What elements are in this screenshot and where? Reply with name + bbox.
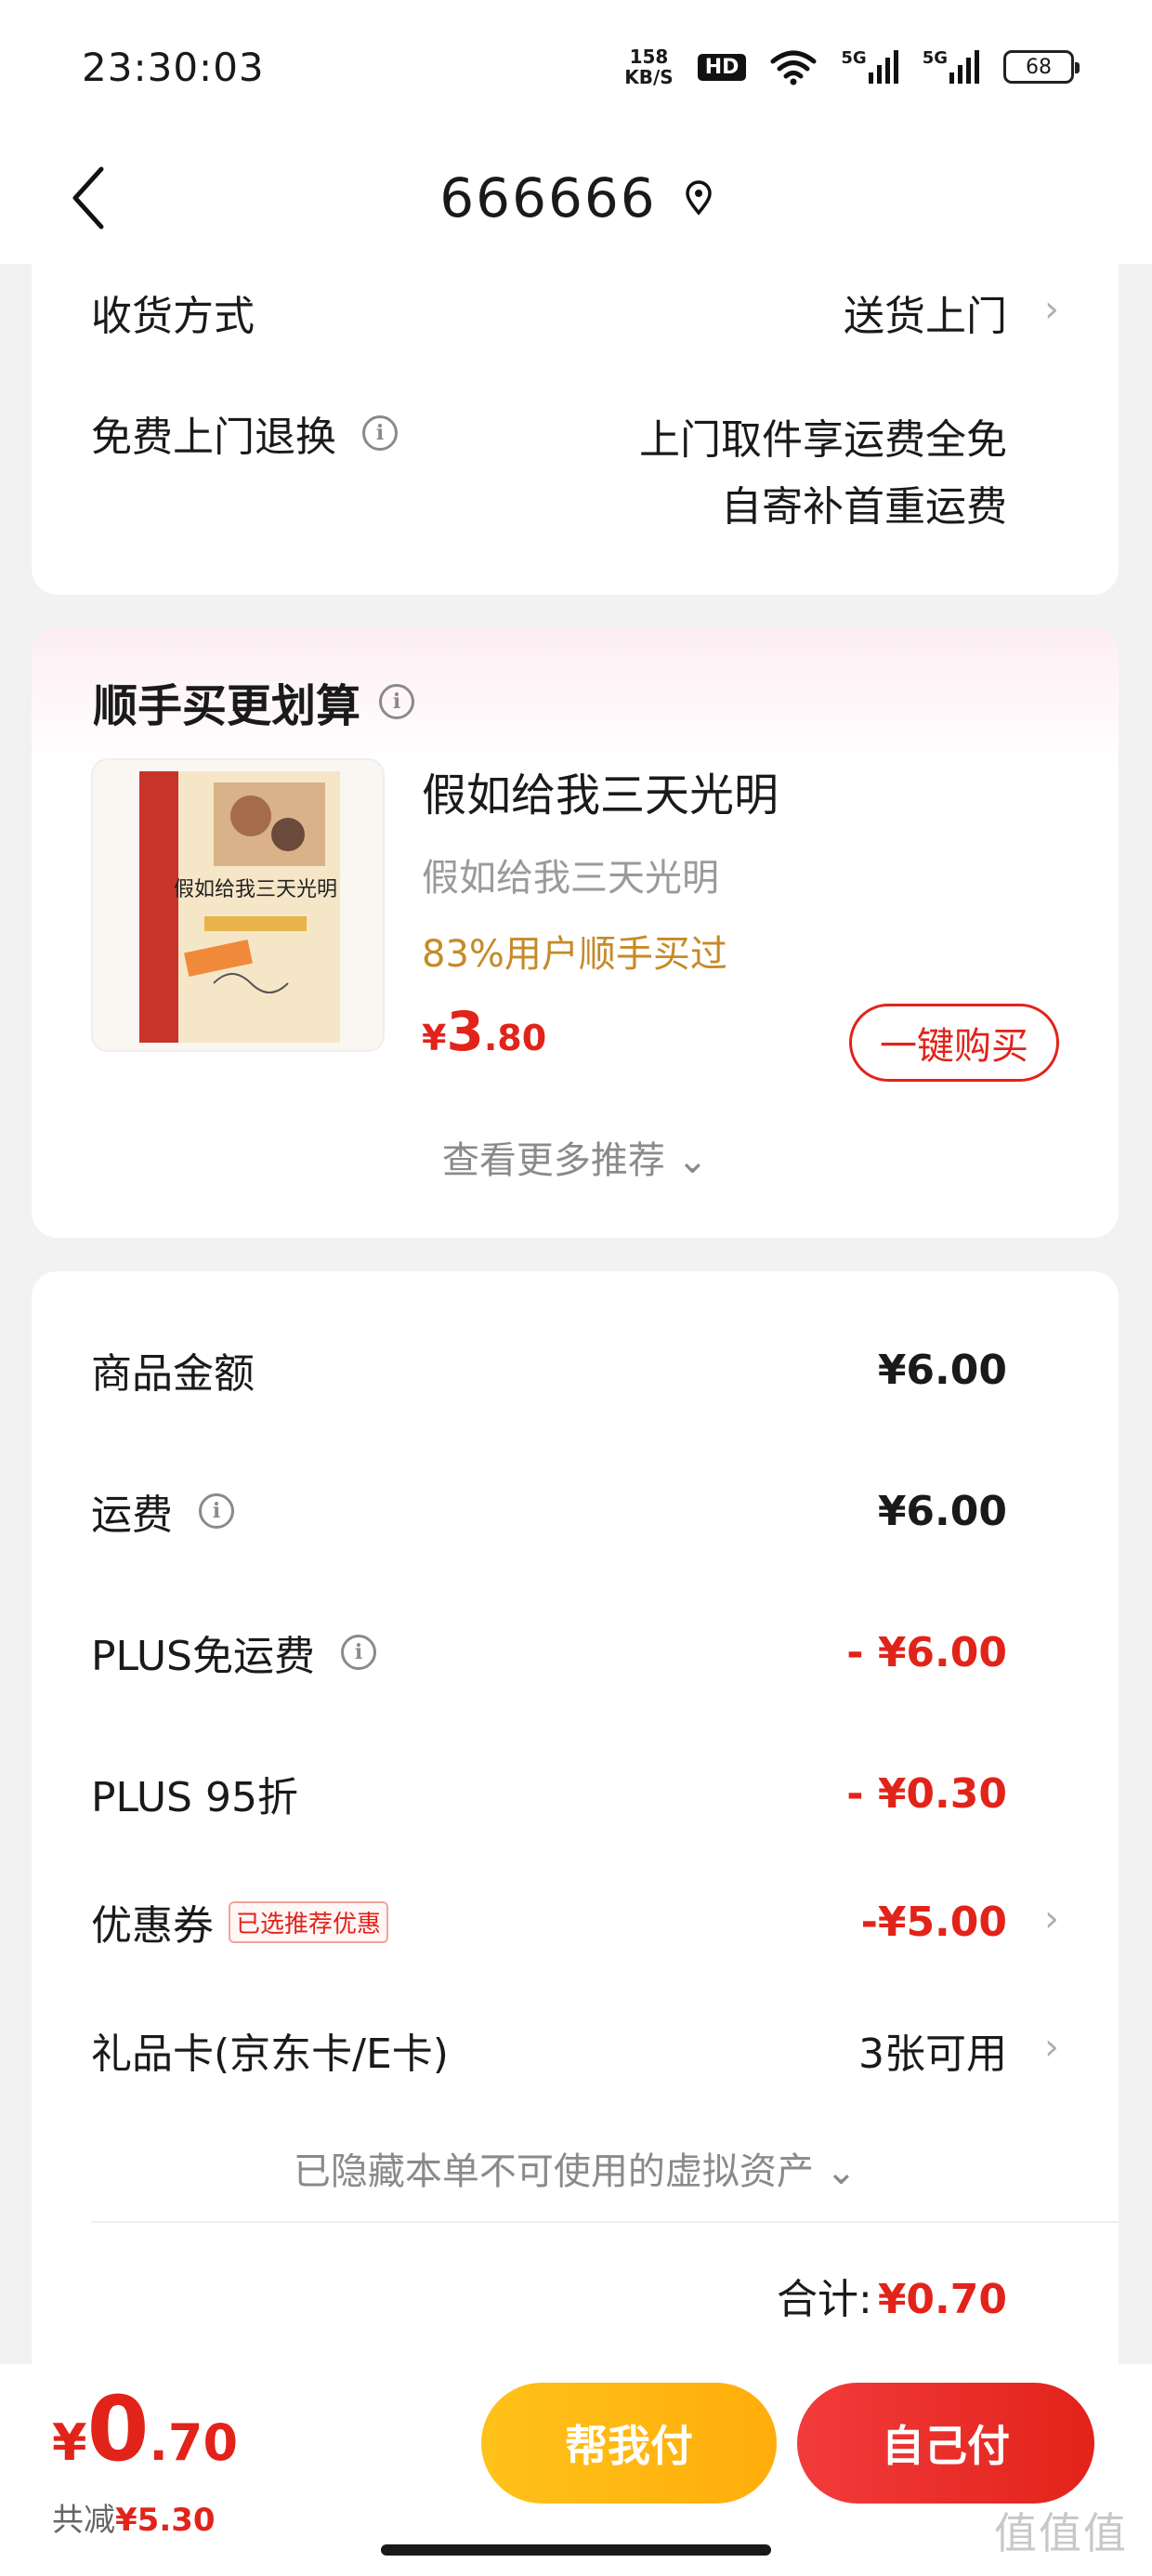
coupon-row[interactable]: 优惠券 已选推荐优惠 -¥5.00 <box>91 1892 1007 1952</box>
bottom-price-decimal: .70 <box>149 2413 239 2472</box>
signal-label-2: 5G <box>922 48 948 68</box>
home-indicator[interactable] <box>381 2544 771 2556</box>
chevron-right-icon: › <box>1044 288 1059 331</box>
plus-discount-label: PLUS 95折 <box>91 1774 298 1821</box>
total-value: ¥0.70 <box>877 2276 1007 2323</box>
book-cover-image: 假如给我三天光明 <box>93 760 383 1050</box>
coupon-value: -¥5.00 <box>860 1898 1007 1946</box>
chevron-down-icon: ⌄ <box>825 2150 857 2193</box>
plus-free-label: PLUS免运费 <box>91 1633 315 1680</box>
info-icon[interactable]: i <box>199 1493 234 1529</box>
gift-card-label: 礼品卡(京东卡/E卡) <box>91 2031 449 2078</box>
plus-discount-row: PLUS 95折 - ¥0.30 <box>91 1766 1007 1822</box>
status-bar: 23:30:03 158 KB/S HD 5G 5G 68 <box>0 0 1152 130</box>
svg-text:假如给我三天光明: 假如给我三天光明 <box>174 878 337 901</box>
status-time: 23:30:03 <box>82 45 265 90</box>
plus-discount-value: - ¥0.30 <box>846 1769 1007 1818</box>
hidden-assets-toggle[interactable]: 已隐藏本单不可使用的虚拟资产 ⌄ <box>32 2141 1119 2195</box>
delivery-method-value: 送货上门 <box>844 293 1007 340</box>
freight-value: ¥6.00 <box>877 1487 1007 1535</box>
page-title: 666666 <box>439 166 657 230</box>
bottom-price-currency: ¥ <box>52 2413 87 2472</box>
goods-amount-label: 商品金额 <box>91 1350 255 1398</box>
delivery-method-row[interactable]: 收货方式 送货上门 <box>91 284 1007 340</box>
delivery-method-label: 收货方式 <box>91 293 255 340</box>
info-icon[interactable]: i <box>341 1635 376 1670</box>
return-values: 上门取件享运费全免 自寄补首重运费 <box>639 407 1007 541</box>
summary-card: 商品金额 ¥6.00 运费 i ¥6.00 PLUS免运费 i - ¥6.00 … <box>32 1271 1119 2386</box>
one-click-buy-button[interactable]: 一键购买 <box>849 1004 1059 1082</box>
return-label-wrap: 免费上门退换 i <box>91 403 398 463</box>
network-speed-value: 158 <box>629 46 669 68</box>
product-price: ¥ 3 .80 <box>422 1000 546 1063</box>
gift-card-row[interactable]: 礼品卡(京东卡/E卡) 3张可用 <box>91 2022 1007 2078</box>
location-pin-icon <box>685 180 713 216</box>
return-line-2: 自寄补首重运费 <box>721 483 1007 531</box>
goods-amount-value: ¥6.00 <box>877 1346 1007 1394</box>
nav-bar: 666666 <box>0 130 1152 264</box>
return-row: 免费上门退换 i <box>91 405 398 461</box>
divider <box>91 2221 1119 2223</box>
gift-card-value: 3张可用 <box>858 2031 1007 2078</box>
price-integer: 3 <box>446 1000 484 1063</box>
signal-5g-icon-1: 5G <box>841 48 898 85</box>
total-label: 合计: <box>776 2276 872 2323</box>
status-icons: 158 KB/S HD 5G 5G 68 <box>624 41 1080 93</box>
chevron-down-icon: ⌄ <box>676 1139 709 1182</box>
watermark: 值值值 <box>994 2508 1128 2558</box>
coupon-label: 优惠券 <box>91 1902 214 1950</box>
coupon-badge: 已选推荐优惠 <box>229 1900 389 1943</box>
signal-label-1: 5G <box>841 48 867 68</box>
bottom-saved: 共减¥5.30 <box>52 2494 216 2540</box>
network-speed: 158 KB/S <box>624 46 673 87</box>
pay-myself-button[interactable]: 自己付 <box>797 2383 1094 2504</box>
hd-icon: HD <box>697 53 747 81</box>
total-row: 合计: ¥0.70 <box>777 2266 1007 2325</box>
return-label: 免费上门退换 <box>91 414 336 461</box>
nav-title-area[interactable]: 666666 <box>0 156 1152 240</box>
plus-free-label-wrap: PLUS免运费 i <box>91 1623 376 1682</box>
goods-amount-row: 商品金额 ¥6.00 <box>91 1342 1007 1399</box>
freight-label-wrap: 运费 i <box>91 1481 234 1541</box>
recommend-card: 顺手买更划算 i 假如给我三天光明 假如给我三天光明 假如给我三天光明 83%用… <box>32 628 1119 1238</box>
plus-free-value: - ¥6.00 <box>846 1628 1007 1676</box>
coupon-label-wrap: 优惠券 已选推荐优惠 <box>91 1892 389 1952</box>
product-hint: 83%用户顺手买过 <box>422 933 727 976</box>
price-currency: ¥ <box>422 1018 447 1058</box>
plus-free-shipping-row: PLUS免运费 i - ¥6.00 <box>91 1623 1007 1682</box>
saved-label: 共减 <box>52 2502 115 2539</box>
delivery-card: 收货方式 送货上门 › 免费上门退换 i 上门取件享运费全免 自寄补首重运费 <box>32 251 1119 595</box>
chevron-right-icon: › <box>1044 2026 1059 2069</box>
bottom-price: ¥ 0 .70 <box>52 2377 238 2481</box>
price-decimal: .80 <box>483 1018 547 1058</box>
recommend-title-wrap: 顺手买更划算 i <box>93 669 415 734</box>
network-speed-unit: KB/S <box>624 66 674 88</box>
chevron-right-icon: › <box>1044 1898 1059 1940</box>
product-thumbnail[interactable]: 假如给我三天光明 <box>91 758 385 1052</box>
saved-value: ¥5.30 <box>115 2502 216 2539</box>
product-name[interactable]: 假如给我三天光明 <box>422 758 779 823</box>
freight-label: 运费 <box>91 1492 173 1539</box>
signal-5g-icon-2: 5G <box>923 48 979 85</box>
wifi-icon <box>770 48 817 85</box>
bottom-price-integer: 0 <box>86 2377 150 2481</box>
see-more-label: 查看更多推荐 <box>441 1139 665 1182</box>
freight-row: 运费 i ¥6.00 <box>91 1481 1007 1541</box>
battery-icon: 68 <box>1003 50 1080 84</box>
recommend-title: 顺手买更划算 <box>93 680 361 732</box>
see-more-recommendations[interactable]: 查看更多推荐 ⌄ <box>32 1130 1119 1184</box>
info-icon[interactable]: i <box>362 415 398 451</box>
return-line-1: 上门取件享运费全免 <box>639 416 1007 464</box>
hidden-assets-label: 已隐藏本单不可使用的虚拟资产 <box>293 2150 814 2193</box>
help-me-pay-button[interactable]: 帮我付 <box>481 2383 777 2504</box>
info-icon[interactable]: i <box>379 684 415 719</box>
product-subtitle: 假如给我三天光明 <box>422 857 719 900</box>
